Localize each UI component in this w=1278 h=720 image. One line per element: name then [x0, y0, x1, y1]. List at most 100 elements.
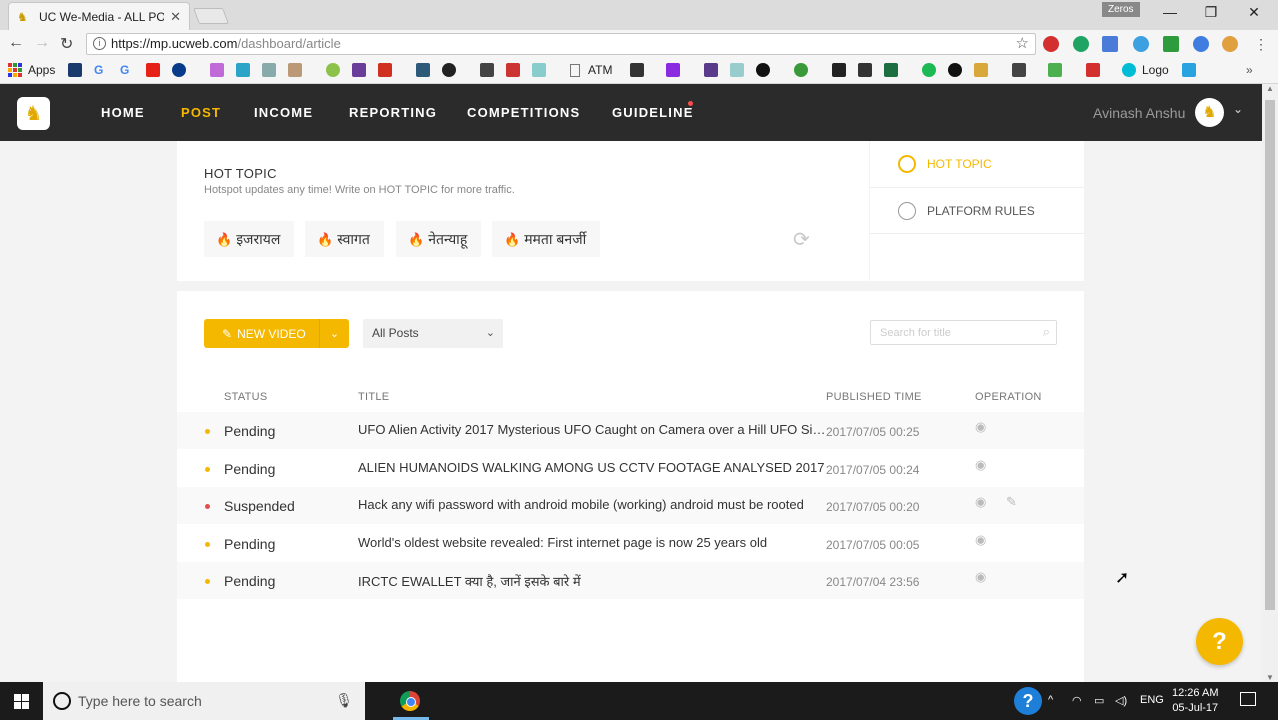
microphone-icon[interactable]: 🎙 [335, 692, 353, 709]
more-bookmarks-icon[interactable]: » [1246, 63, 1253, 77]
bookmark-icon-25[interactable] [832, 63, 846, 77]
bookmark-icon-32[interactable] [1048, 63, 1062, 77]
bookmark-google-icon[interactable]: G [94, 63, 103, 77]
bookmark-icon-24[interactable] [794, 63, 808, 77]
bookmark-s-icon[interactable] [68, 63, 82, 77]
bookmark-icon-22[interactable] [730, 63, 744, 77]
row-title[interactable]: IRCTC EWALLET क्या है, जानें इसके बारे म… [358, 572, 826, 590]
row-title[interactable]: ALIEN HUMANOIDS WALKING AMONG US CCTV FO… [358, 460, 826, 475]
avatar[interactable]: ♞ [1195, 98, 1224, 127]
nav-post[interactable]: POST [181, 105, 221, 120]
bookmark-icon-23[interactable] [756, 63, 770, 77]
bookmark-icon-28[interactable] [922, 63, 936, 77]
volume-icon[interactable]: ◁) [1115, 694, 1127, 707]
wifi-icon[interactable]: ◠ [1072, 694, 1082, 707]
side-menu-hot-topic[interactable]: HOT TOPIC [898, 155, 992, 173]
bookmark-icon-29[interactable] [948, 63, 962, 77]
battery-icon[interactable]: ▭ [1094, 694, 1104, 707]
bookmark-icon-9[interactable] [288, 63, 302, 77]
nav-income[interactable]: INCOME [254, 105, 313, 120]
table-row[interactable]: Suspended Hack any wifi password with an… [177, 487, 1084, 524]
language-indicator[interactable]: ENG [1140, 694, 1164, 706]
counter-extension-icon[interactable] [1133, 36, 1149, 52]
chevron-down-icon[interactable]: ⌄ [1233, 102, 1243, 116]
eye-icon[interactable]: ◉ [975, 494, 986, 510]
bookmark-excel-icon[interactable] [884, 63, 898, 77]
windows-start-icon[interactable] [14, 694, 29, 709]
bookmark-icon-16[interactable] [506, 63, 520, 77]
bookmark-apps[interactable]: Apps [8, 63, 55, 77]
maximize-icon[interactable]: ❐ [1191, 4, 1231, 21]
scroll-up-icon[interactable]: ▲ [1262, 84, 1278, 93]
uc-logo-icon[interactable]: ♞ [17, 97, 50, 130]
bookmark-logo[interactable]: Logo [1122, 63, 1169, 77]
help-tray-icon[interactable]: ? [1014, 687, 1042, 715]
new-tab-button[interactable] [193, 8, 229, 24]
bookmark-icon-33[interactable] [1086, 63, 1100, 77]
bookmark-icon-15[interactable] [480, 63, 494, 77]
sync-extension-icon[interactable] [1193, 36, 1209, 52]
forward-icon[interactable]: → [34, 34, 50, 52]
translate-extension-icon[interactable] [1102, 36, 1118, 52]
browser-tab[interactable]: ♞ UC We-Media - ALL POS ✕ [8, 2, 190, 30]
bookmark-jio-icon[interactable] [172, 63, 186, 77]
chevron-up-icon[interactable]: ^ [1048, 694, 1053, 706]
system-clock[interactable]: 12:26 AM 05-Jul-17 [1172, 686, 1218, 716]
bookmark-icon-11[interactable] [352, 63, 366, 77]
username[interactable]: Avinash Anshu [1093, 105, 1185, 121]
reload-icon[interactable]: ↻ [60, 34, 73, 54]
bookmark-icon-7[interactable] [236, 63, 250, 77]
profile-badge[interactable]: Zeros [1102, 2, 1140, 17]
close-window-icon[interactable]: ✕ [1234, 4, 1274, 21]
nav-reporting[interactable]: REPORTING [349, 105, 437, 120]
row-title[interactable]: Hack any wifi password with android mobi… [358, 497, 826, 512]
grammarly-extension-icon[interactable] [1073, 36, 1089, 52]
eye-icon[interactable]: ◉ [975, 569, 986, 585]
nav-home[interactable]: HOME [101, 105, 145, 120]
bookmark-icon-20[interactable] [666, 63, 680, 77]
bookmark-icon-6[interactable] [210, 63, 224, 77]
table-row[interactable]: Pending ALIEN HUMANOIDS WALKING AMONG US… [177, 450, 1084, 487]
help-button[interactable]: ? [1196, 618, 1243, 665]
bookmark-icon-35[interactable] [1182, 63, 1196, 77]
bookmark-icon-8[interactable] [262, 63, 276, 77]
back-icon[interactable]: ← [8, 34, 24, 52]
post-filter-select[interactable]: All Posts ⌄ [363, 319, 503, 348]
bookmark-google-icon-2[interactable]: G [120, 63, 129, 77]
bookmark-icon-30[interactable] [974, 63, 988, 77]
refresh-icon[interactable]: ⟳ [793, 227, 810, 252]
bookmark-icon-21[interactable] [704, 63, 718, 77]
bookmark-atm[interactable]: ATM [570, 63, 612, 77]
page-scrollbar[interactable]: ▲ ▼ [1262, 84, 1278, 682]
nav-guideline[interactable]: GUIDELINE [612, 105, 694, 120]
info-icon[interactable]: i [93, 37, 106, 50]
search-input[interactable] [871, 321, 1031, 344]
eye-icon[interactable]: ◉ [975, 532, 986, 548]
url-field[interactable]: i https://mp.ucweb.com/dashboard/article… [86, 33, 1036, 55]
table-row[interactable]: Pending IRCTC EWALLET क्या है, जानें इसक… [177, 562, 1084, 599]
checkmark-extension-icon[interactable] [1163, 36, 1179, 52]
row-title[interactable]: World's oldest website revealed: First i… [358, 535, 826, 550]
bookmark-icon-14[interactable] [442, 63, 456, 77]
taskbar-search[interactable]: Type here to search 🎙 [43, 682, 365, 720]
bookmark-icon-26[interactable] [858, 63, 872, 77]
topic-chip[interactable]: 🔥 इजरायल [204, 221, 295, 257]
bookmark-icon-13[interactable] [416, 63, 430, 77]
topic-chip[interactable]: 🔥 ममता बनर्जी [492, 221, 601, 257]
bookmark-youtube-icon[interactable] [146, 63, 160, 77]
eye-icon[interactable]: ◉ [975, 419, 986, 435]
bookmark-icon-19[interactable] [630, 63, 644, 77]
nav-competitions[interactable]: COMPETITIONS [467, 105, 580, 120]
side-menu-platform-rules[interactable]: PLATFORM RULES [898, 202, 1035, 220]
new-video-button[interactable]: ✎ NEW VIDEO [204, 319, 320, 348]
topic-chip[interactable]: 🔥 स्वागत [305, 221, 384, 257]
notifications-icon[interactable] [1240, 692, 1256, 706]
minimize-icon[interactable]: — [1150, 4, 1190, 20]
close-tab-icon[interactable]: ✕ [170, 9, 181, 25]
table-row[interactable]: Pending UFO Alien Activity 2017 Mysterio… [177, 412, 1084, 449]
bookmark-ip-icon[interactable] [378, 63, 392, 77]
face-extension-icon[interactable] [1222, 36, 1238, 52]
edit-pencil-icon[interactable]: ✎ [1006, 494, 1017, 510]
bookmark-icon-17[interactable] [532, 63, 546, 77]
search-icon[interactable]: ⌕ [1043, 324, 1050, 340]
